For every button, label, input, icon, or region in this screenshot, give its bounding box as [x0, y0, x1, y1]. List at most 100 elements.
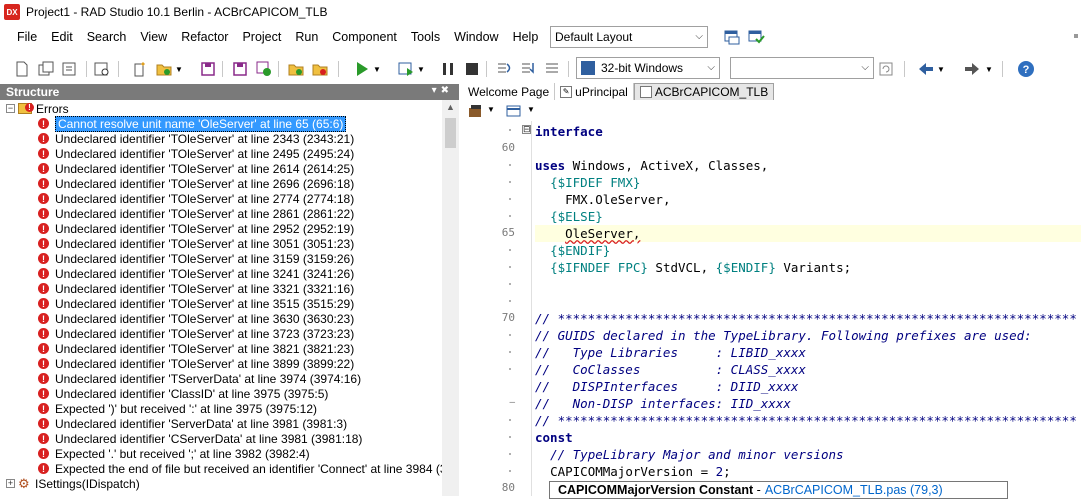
view-unit-icon[interactable] [60, 59, 80, 79]
menu-window[interactable]: Window [447, 30, 505, 44]
chevron-down-icon[interactable]: ▼ [984, 59, 994, 79]
error-item[interactable]: ! Undeclared identifier 'TOleServer' at l… [0, 356, 442, 371]
gutter-dot [509, 164, 511, 166]
fold-toggle-icon[interactable]: ⊟ [522, 125, 531, 134]
gutter-dot [509, 266, 511, 268]
error-item[interactable]: ! Undeclared identifier 'ServerData' at l… [0, 416, 442, 431]
error-item[interactable]: ! Undeclared identifier 'CServerData' at … [0, 431, 442, 446]
error-item[interactable]: ! Undeclared identifier 'TOleServer' at l… [0, 326, 442, 341]
directive: {$IFNDEF FPC} [550, 260, 648, 275]
tab-acbrcapicom-tlb[interactable]: ACBrCAPICOM_TLB [633, 83, 775, 100]
menu-view[interactable]: View [133, 30, 174, 44]
code-editor[interactable]: interface uses Windows, ActiveX, Classes… [535, 121, 1081, 496]
code-comment: // Type Libraries : LIBID_xxxx [535, 345, 806, 360]
open-windows-icon[interactable] [36, 59, 56, 79]
error-item[interactable]: ! Undeclared identifier 'TOleServer' at l… [0, 281, 442, 296]
error-item[interactable]: ! Expected the end of file but received a… [0, 461, 442, 476]
chevron-down-icon[interactable]: ▼ [416, 59, 426, 79]
menu-tools[interactable]: Tools [404, 30, 447, 44]
error-item[interactable]: ! Undeclared identifier 'ClassID' at line… [0, 386, 442, 401]
expand-icon[interactable]: + [6, 479, 15, 488]
new-file-icon[interactable] [12, 59, 32, 79]
error-item[interactable]: ! Undeclared identifier 'TOleServer' at l… [0, 221, 442, 236]
save-desktop-icon[interactable] [722, 27, 742, 47]
error-icon: ! [38, 343, 49, 354]
set-layout-icon[interactable] [746, 27, 766, 47]
save-copy-icon[interactable] [254, 59, 274, 79]
save-all-icon[interactable] [230, 59, 250, 79]
structure-panel-title: Structure [6, 85, 60, 99]
menu-search[interactable]: Search [80, 30, 134, 44]
error-icon: ! [38, 418, 49, 429]
menu-run[interactable]: Run [288, 30, 325, 44]
back-arrow-icon[interactable] [916, 59, 936, 79]
deploy-icon[interactable] [876, 59, 896, 79]
trace-into-icon[interactable] [518, 59, 538, 79]
menu-component[interactable]: Component [325, 30, 404, 44]
tab-uprincipal[interactable]: ✎ uPrincipal [555, 83, 634, 100]
pause-icon[interactable] [438, 59, 458, 79]
error-item[interactable]: ! Undeclared identifier 'TOleServer' at l… [0, 176, 442, 191]
step-over-icon[interactable] [494, 59, 514, 79]
error-message: Undeclared identifier 'TOleServer' at li… [55, 176, 355, 191]
help-icon[interactable]: ? [1016, 59, 1036, 79]
layout-select[interactable]: Default Layout ⌵ [550, 26, 708, 48]
scroll-thumb[interactable] [445, 118, 456, 148]
error-item[interactable]: ! Undeclared identifier 'TOleServer' at l… [0, 251, 442, 266]
directive: {$ENDIF} [550, 243, 611, 258]
error-item[interactable]: ! Undeclared identifier 'TOleServer' at l… [0, 206, 442, 221]
chevron-down-icon[interactable]: ▼ [487, 105, 495, 114]
error-item[interactable]: ! Undeclared identifier 'TOleServer' at l… [0, 131, 442, 146]
error-icon: ! [38, 298, 49, 309]
tree-node-errors[interactable]: − Errors [0, 101, 442, 116]
method-list-icon[interactable] [505, 102, 523, 120]
chevron-down-icon[interactable]: ▼ [527, 105, 535, 114]
error-message: Undeclared identifier 'TOleServer' at li… [55, 311, 355, 326]
platform-select[interactable]: 32-bit Windows ⌵ [576, 57, 720, 79]
error-item[interactable]: ! Undeclared identifier 'TOleServer' at l… [0, 296, 442, 311]
menu-file[interactable]: File [10, 30, 44, 44]
chevron-down-icon[interactable]: ▼ [936, 59, 946, 79]
menu-project[interactable]: Project [235, 30, 288, 44]
new-item-icon[interactable] [130, 59, 150, 79]
error-icon: ! [38, 448, 49, 459]
scroll-up-icon[interactable]: ▲ [446, 102, 455, 112]
chevron-down-icon[interactable]: ▼ [174, 59, 184, 79]
pin-icon[interactable]: ▾✖ [432, 85, 453, 96]
structure-scrollbar[interactable]: ▲ [442, 100, 459, 496]
error-item[interactable]: ! Undeclared identifier 'TServerData' at … [0, 371, 442, 386]
run-without-debug-icon[interactable] [396, 59, 416, 79]
remove-from-project-icon[interactable] [310, 59, 330, 79]
error-item[interactable]: ! Expected '.' but received ';' at line 3… [0, 446, 442, 461]
unit-name: FMX.OleServer, [565, 192, 671, 207]
tab-welcome-page[interactable]: Welcome Page [463, 83, 556, 100]
run-to-cursor-icon[interactable] [542, 59, 562, 79]
error-item[interactable]: ! Expected ')' but received ':' at line 3… [0, 401, 442, 416]
error-item[interactable]: ! Undeclared identifier 'TOleServer' at l… [0, 311, 442, 326]
forward-arrow-icon[interactable] [962, 59, 982, 79]
stop-icon[interactable] [462, 59, 482, 79]
add-to-project-icon[interactable] [286, 59, 306, 79]
tooltip-link[interactable]: ACBrCAPICOM_TLB.pas (79,3) [765, 483, 943, 497]
error-item[interactable]: ! Undeclared identifier 'TOleServer' at l… [0, 191, 442, 206]
menu-help[interactable]: Help [506, 30, 546, 44]
error-item[interactable]: ! Undeclared identifier 'TOleServer' at l… [0, 236, 442, 251]
menu-edit[interactable]: Edit [44, 30, 80, 44]
toggle-form-icon[interactable] [92, 59, 112, 79]
configuration-select[interactable]: ⌵ [730, 57, 874, 79]
code-comment: // *************************************… [535, 311, 1077, 326]
run-icon[interactable] [352, 59, 372, 79]
error-item[interactable]: ! Undeclared identifier 'TOleServer' at l… [0, 266, 442, 281]
error-item[interactable]: ! Undeclared identifier 'TOleServer' at l… [0, 341, 442, 356]
component-list-icon[interactable] [467, 102, 485, 120]
collapse-icon[interactable]: − [6, 104, 15, 113]
error-item[interactable]: ! Cannot resolve unit name 'OleServer' at… [0, 115, 442, 132]
menu-refactor[interactable]: Refactor [174, 30, 235, 44]
tree-node-isettings[interactable]: + ⚙ ISettings(IDispatch) [0, 476, 442, 491]
keyword-const: const [535, 430, 573, 445]
save-icon[interactable] [198, 59, 218, 79]
error-item[interactable]: ! Undeclared identifier 'TOleServer' at l… [0, 161, 442, 176]
error-item[interactable]: ! Undeclared identifier 'TOleServer' at l… [0, 146, 442, 161]
open-project-icon[interactable] [154, 59, 174, 79]
chevron-down-icon[interactable]: ▼ [372, 59, 382, 79]
